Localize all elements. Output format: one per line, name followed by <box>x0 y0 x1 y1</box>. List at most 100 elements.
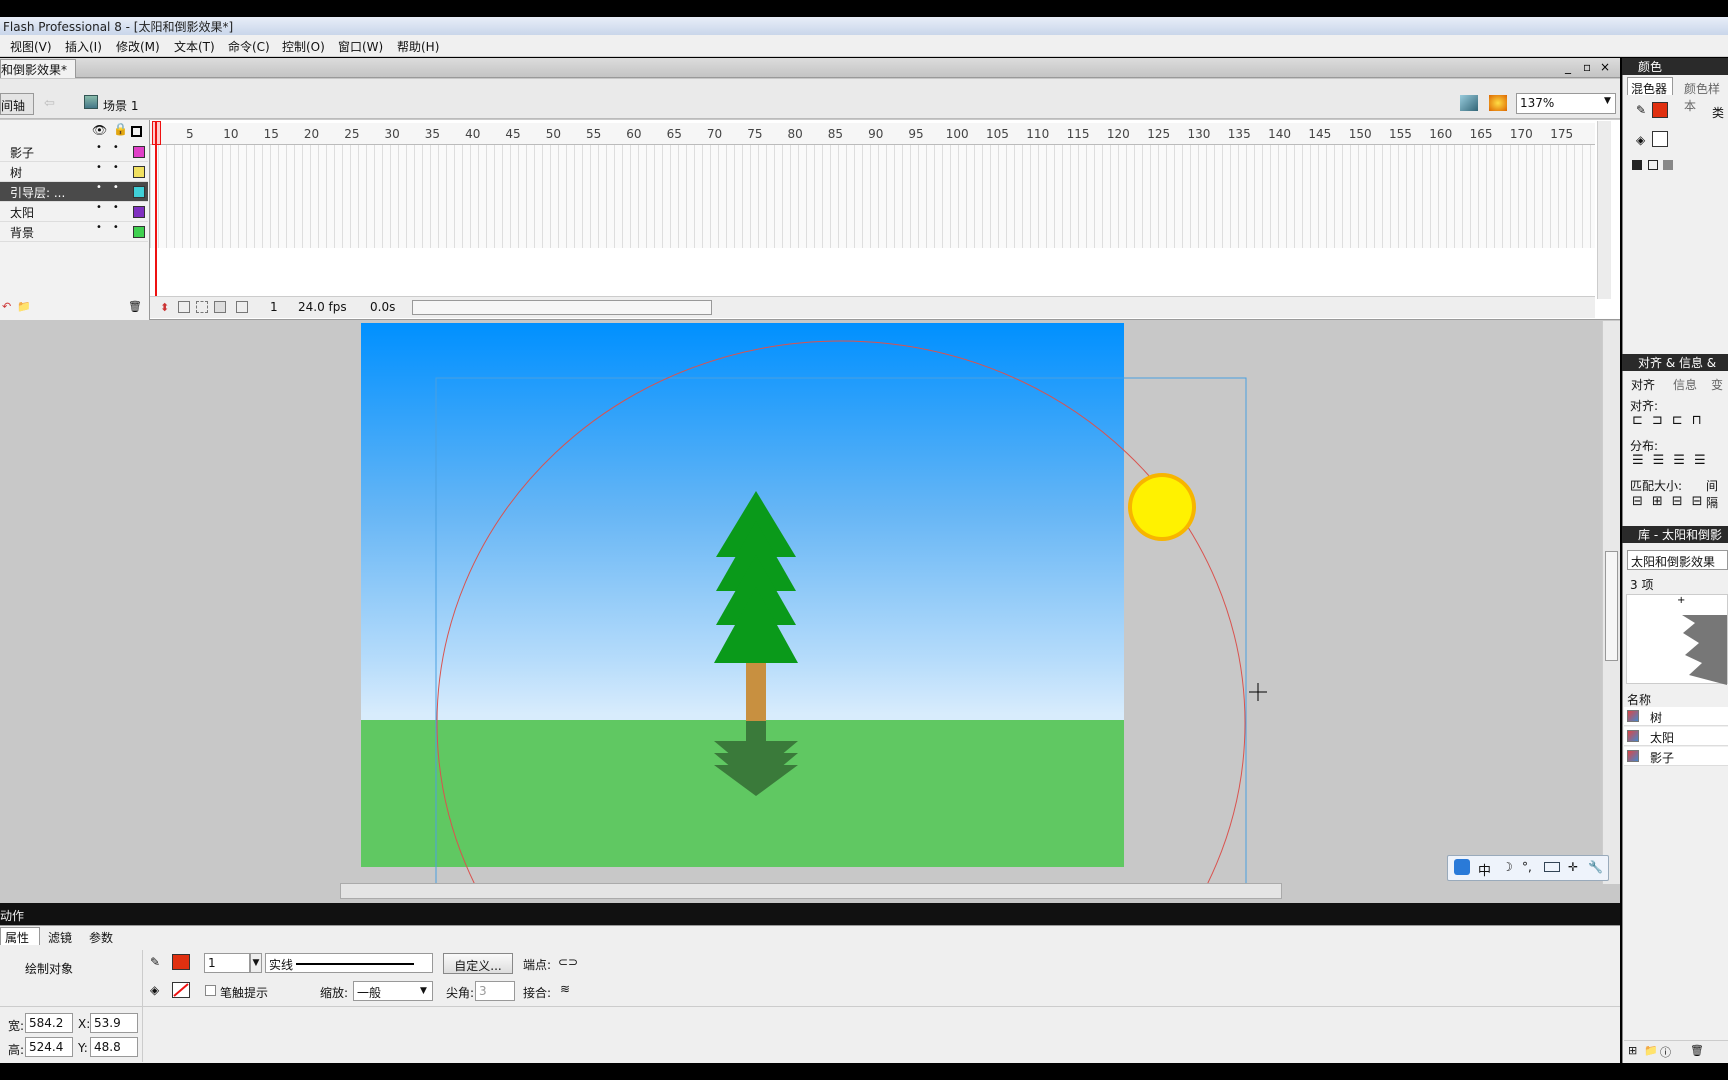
library-name-column[interactable]: 名称 <box>1627 691 1651 708</box>
timeline-vscroll[interactable] <box>1597 121 1611 299</box>
menu-window[interactable]: 窗口(W) <box>338 38 383 55</box>
zoom-select[interactable]: 137% ▼ <box>1516 93 1616 114</box>
x-input[interactable]: 53.9 <box>90 1013 138 1033</box>
y-input[interactable]: 48.8 <box>90 1037 138 1057</box>
outline-icon[interactable] <box>131 126 142 137</box>
layer-outline-color[interactable] <box>133 226 145 238</box>
menu-insert[interactable]: 插入(I) <box>65 38 102 55</box>
moon-icon[interactable]: ☽ <box>1502 860 1513 874</box>
frame-grid[interactable] <box>150 145 1595 248</box>
lock-icon[interactable]: 🔒 <box>113 122 128 136</box>
distribute-icons[interactable]: ☰☰☰☰ <box>1632 453 1715 468</box>
eye-icon[interactable]: 👁 <box>92 123 107 137</box>
stroke-style-select[interactable]: 实线 <box>265 953 433 973</box>
trash-icon[interactable]: 🗑 <box>1690 1044 1704 1057</box>
library-item[interactable]: 影子 <box>1624 747 1728 766</box>
layer-outline-color[interactable] <box>133 146 145 158</box>
layer-outline-color[interactable] <box>133 186 145 198</box>
add-folder-icon[interactable]: 📁 <box>17 300 31 313</box>
tab-transform[interactable]: 变 <box>1711 376 1723 393</box>
stroke-height-input[interactable]: 1 <box>204 953 250 973</box>
chevron-down-icon[interactable]: ▼ <box>250 953 262 973</box>
menu-text[interactable]: 文本(T) <box>174 38 215 55</box>
stroke-hint-checkbox[interactable] <box>205 985 216 996</box>
onion-skin-icon[interactable] <box>178 301 190 313</box>
edit-symbols-icon[interactable] <box>1489 95 1507 111</box>
tree-trunk[interactable] <box>746 661 766 721</box>
back-arrow-icon[interactable]: ⇦ <box>44 96 55 111</box>
minimize-button[interactable]: _ <box>1565 60 1571 74</box>
scene-label[interactable]: 场景 1 <box>103 97 138 114</box>
scale-select[interactable]: 一般 ▼ <box>353 981 433 1001</box>
modify-markers-icon[interactable] <box>236 301 248 313</box>
fill-color-swatch[interactable] <box>1652 131 1668 147</box>
match-size-icons[interactable]: ⊟⊞⊟⊟ <box>1632 494 1712 509</box>
layer-outline-color[interactable] <box>133 206 145 218</box>
menu-view[interactable]: 视图(V) <box>10 38 52 55</box>
info-icon[interactable]: ⓘ <box>1660 1044 1671 1060</box>
tab-align[interactable]: 对齐 <box>1631 376 1655 393</box>
layer-row[interactable]: 树 •• <box>0 162 148 182</box>
wrench-icon[interactable]: 🔧 <box>1588 860 1603 874</box>
sun[interactable] <box>1132 477 1192 537</box>
tree-shadow[interactable] <box>714 721 798 796</box>
stage-vscroll[interactable] <box>1602 321 1620 884</box>
height-input[interactable]: 524.4 <box>25 1037 73 1057</box>
playhead[interactable] <box>155 121 157 300</box>
ime-mode[interactable]: 中 <box>1478 860 1491 879</box>
stroke-color-swatch[interactable] <box>172 954 190 970</box>
center-frame-icon[interactable]: ⬍ <box>160 301 169 314</box>
menu-control[interactable]: 控制(O) <box>282 38 325 55</box>
menu-modify[interactable]: 修改(M) <box>116 38 160 55</box>
layer-row[interactable]: 引导层: ... •• <box>0 182 148 202</box>
library-item[interactable]: 树 <box>1624 707 1728 726</box>
new-symbol-icon[interactable]: ⊞ <box>1628 1044 1637 1057</box>
no-color-icon[interactable] <box>1648 160 1658 170</box>
layer-row[interactable]: 太阳 •• <box>0 202 148 222</box>
trash-icon[interactable]: 🗑 <box>128 300 142 313</box>
miter-input[interactable]: 3 <box>475 981 515 1001</box>
width-input[interactable]: 584.2 <box>25 1013 73 1033</box>
add-motion-guide-icon[interactable]: ↶ <box>2 300 11 313</box>
fill-color-swatch[interactable] <box>172 982 190 998</box>
black-white-icon[interactable] <box>1632 160 1642 170</box>
layer-row[interactable]: 背景 •• <box>0 222 148 242</box>
tab-filters[interactable]: 滤镜 <box>48 929 72 946</box>
custom-stroke-button[interactable]: 自定义... <box>443 953 513 974</box>
frame-ruler[interactable]: 5 10 15 20 25 30 35 40 45 50 55 60 65 70 75 80 85 90 95 100… <box>150 123 1595 145</box>
layer-row[interactable]: 影子 •• <box>0 142 148 162</box>
align-icons[interactable]: ⊏⊐⊏⊓ <box>1632 413 1711 428</box>
layer-visibility-dots[interactable]: •• <box>96 202 130 213</box>
stage-vscroll-thumb[interactable] <box>1605 551 1618 661</box>
menu-commands[interactable]: 命令(C) <box>228 38 270 55</box>
align-panel-header[interactable]: 对齐 & 信息 & <box>1622 354 1728 371</box>
color-panel-header[interactable]: 颜色 <box>1622 58 1728 75</box>
layer-visibility-dots[interactable]: •• <box>96 142 130 153</box>
edit-multiple-frames-icon[interactable] <box>214 301 226 313</box>
keyboard-icon[interactable] <box>1544 862 1560 872</box>
tab-parameters[interactable]: 参数 <box>89 929 113 946</box>
stage-hscroll-thumb[interactable] <box>340 883 1282 899</box>
library-panel-header[interactable]: 库 - 太阳和倒影 <box>1622 526 1728 543</box>
timeline-toggle-button[interactable]: 间轴 <box>0 93 34 115</box>
ime-toolbar[interactable]: 中 ☽ °, ✛ 🔧 <box>1447 855 1609 881</box>
layer-visibility-dots[interactable]: •• <box>96 182 130 193</box>
edit-scene-icon[interactable] <box>1460 95 1478 111</box>
tab-properties[interactable]: 属性 <box>5 929 29 946</box>
menu-help[interactable]: 帮助(H) <box>397 38 439 55</box>
restore-button[interactable]: ▫ <box>1583 60 1591 74</box>
tab-info[interactable]: 信息 <box>1673 376 1697 393</box>
swap-colors-icon[interactable] <box>1663 160 1673 170</box>
timeline-hscroll-thumb[interactable] <box>412 300 712 315</box>
join-icon[interactable]: ≋ <box>560 982 570 996</box>
stroke-color-swatch[interactable] <box>1652 102 1668 118</box>
library-item[interactable]: 太阳 <box>1624 727 1728 746</box>
tab-color-mixer[interactable]: 混色器 <box>1631 80 1667 97</box>
new-folder-icon[interactable]: 📁 <box>1644 1044 1658 1057</box>
close-button[interactable]: × <box>1600 60 1610 74</box>
onion-outline-icon[interactable] <box>196 301 208 313</box>
actions-panel-header[interactable]: 动作 <box>0 903 1620 925</box>
cap-icon[interactable]: ⊂⊃ <box>558 955 578 969</box>
layer-outline-color[interactable] <box>133 166 145 178</box>
layer-visibility-dots[interactable]: •• <box>96 222 130 233</box>
